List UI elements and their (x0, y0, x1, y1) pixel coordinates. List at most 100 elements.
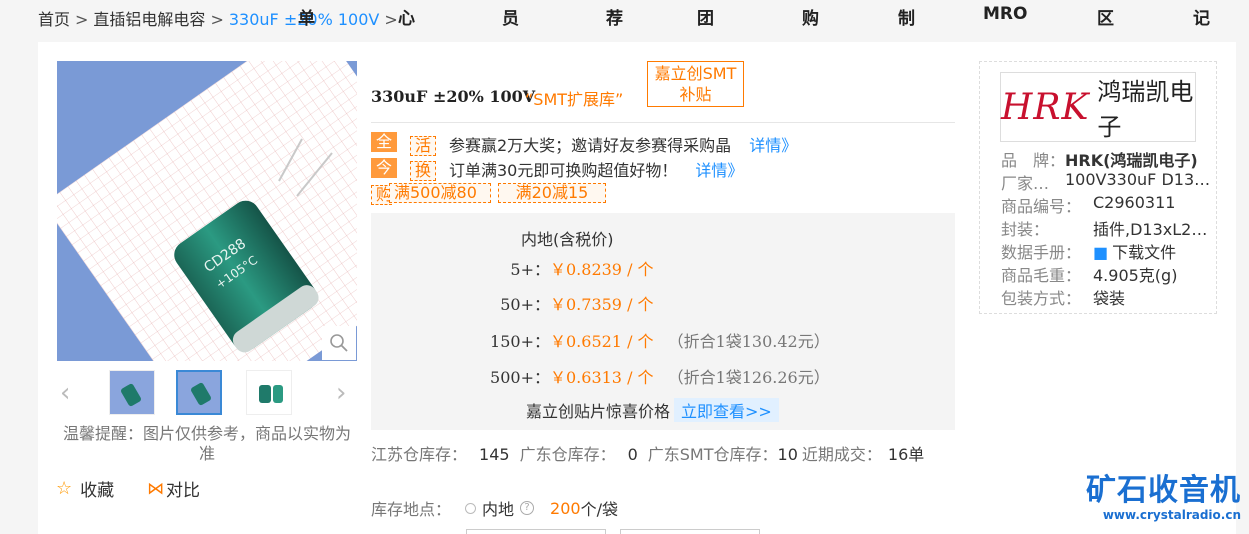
product-title: 330uF ±20% 100V (371, 87, 536, 106)
favorite-button[interactable]: ☆ 收藏 (56, 476, 114, 501)
attr-row: 数据手册： ■ 下载文件 (1001, 239, 1216, 263)
nav-item-7[interactable]: 制 (898, 4, 915, 29)
price-tier: 50+：￥0.7359 / 个 (480, 291, 654, 315)
price-region-label: 内地(含税价) (521, 230, 614, 249)
help-icon[interactable]: ? (520, 501, 535, 515)
smt-library-tag: “SMT扩展库” (525, 90, 624, 109)
breadcrumb-category[interactable]: 直插铝电解电容 (93, 10, 205, 29)
stock-info: 江苏仓库存： 145 广东仓库存： 0 广东SMT仓库存：10 近期成交： 16单 (371, 446, 961, 464)
price-tier: 500+：￥0.6313 / 个 （折合1袋126.26元） (480, 364, 830, 388)
price-tier-value: ￥0.7359 / 个 (550, 295, 654, 314)
attr-row: 商品编号： C2960311 (1001, 193, 1216, 217)
smt-price-text: 嘉立创贴片惊喜价格 (526, 402, 671, 421)
attr-key: 品 牌： (1001, 151, 1065, 170)
nav-item-6[interactable]: 购 (802, 4, 819, 29)
watermark-url: www.crystalradio.cn (1102, 508, 1241, 522)
price-tier-bag: （折合1袋130.42元） (667, 332, 830, 351)
nav-item-9[interactable]: 区 (1097, 4, 1114, 29)
compare-button[interactable]: ⋈ 对比 (147, 476, 200, 502)
favorite-label: 收藏 (80, 481, 115, 501)
attr-key: 商品毛重： (1001, 266, 1082, 285)
stock-guangdong-value: 0 (627, 445, 638, 464)
promo-tag: 活 (410, 136, 437, 156)
product-main-image[interactable]: CD288 +105°C (57, 61, 357, 361)
nav-item-10[interactable]: 记 (1193, 4, 1210, 29)
smt-subsidy-badge[interactable]: 嘉立创SMT补贴 (647, 61, 744, 107)
attr-key: 厂家型号： (1001, 174, 1065, 193)
price-tier-qty: 500+： (490, 368, 550, 387)
brand-logo[interactable]: HRK 鸿瑞凯电子 (1000, 72, 1196, 142)
discount-tag-2[interactable]: 满20减15 (498, 183, 606, 203)
promo-text: 参赛赢2万大奖；邀请好友参赛得采购晶 (449, 136, 732, 155)
attr-row: 厂家型号：100V330uF D13xL20 (1001, 170, 1216, 194)
promo-text: 订单满30元即可换购超值好物！ (449, 161, 678, 180)
breadcrumb: 首页 > 直插铝电解电容 >330uF ±20% 100V > (38, 6, 403, 30)
discount-tag-1[interactable]: 满500减80 (389, 183, 491, 203)
quantity-input[interactable] (620, 529, 760, 534)
thumbnail-image (247, 371, 291, 414)
location-radio[interactable] (465, 502, 477, 514)
attr-key: 封装： (1001, 220, 1050, 239)
nav-item-3[interactable]: 员 (502, 4, 519, 29)
attr-sku-value: C2960311 (1093, 193, 1176, 212)
attr-key: 包装方式： (1001, 289, 1082, 308)
stock-guangdong-label: 广东仓库存： (519, 445, 616, 464)
promo-details-link[interactable]: 详情》 (749, 136, 797, 155)
pack-qty: 200 (550, 498, 581, 518)
thumbnail-1[interactable] (109, 370, 155, 415)
breadcrumb-separator: > (75, 10, 89, 29)
attr-row: 商品毛重： 4.905克(g) (1001, 262, 1216, 286)
view-now-button[interactable]: 立即查看>> (674, 398, 779, 422)
thumb-next-icon[interactable]: › (336, 378, 346, 408)
promo-tag: 全 (371, 132, 398, 152)
attr-weight-value: 4.905克(g) (1093, 266, 1178, 285)
smt-price-row: 嘉立创贴片惊喜价格 立即查看>> (526, 398, 779, 422)
stock-location: 库存地点： 内地 ? 200 个/袋 (371, 496, 618, 520)
attr-brand-value[interactable]: HRK(鸿瑞凯电子) (1065, 147, 1216, 171)
watermark-title: 矿石收音机 (1086, 473, 1241, 508)
thumbnail-image (178, 372, 220, 413)
folder-icon: ■ (1093, 243, 1109, 262)
thumbnail-2[interactable] (176, 370, 222, 415)
stock-gdsmt-label: 广东SMT仓库存： (647, 445, 778, 464)
nav-item-4[interactable]: 荐 (606, 4, 623, 29)
nav-item-8[interactable]: MRO (983, 4, 1027, 24)
divider (371, 122, 955, 123)
brand-logo-cn: 鸿瑞凯电子 (1097, 78, 1194, 141)
price-tier-qty: 150+： (490, 332, 550, 351)
brand-logo-text: HRK (1001, 86, 1090, 128)
recent-deals-value: 16单 (887, 445, 925, 464)
attr-model-value: 100V330uF D13xL20 (1065, 170, 1216, 189)
stock-jiangsu-label: 江苏仓库存： (371, 445, 468, 464)
nav-item-5[interactable]: 团 (697, 4, 714, 29)
promo-details-link[interactable]: 详情》 (695, 161, 743, 180)
compare-label: 对比 (166, 481, 200, 501)
attr-key: 数据手册： (1001, 243, 1082, 262)
stock-gdsmt-value: 10 (777, 445, 798, 464)
attr-package-value: 插件,D13xL20mm (1093, 220, 1216, 239)
price-tier-value: ￥0.6521 / 个 (550, 332, 654, 351)
magnifier-icon (330, 334, 348, 352)
attr-row: 品 牌： HRK(鸿瑞凯电子) (1001, 147, 1216, 171)
capacitor-photo: CD288 +105°C (57, 61, 357, 361)
promo-line-2: 订单满30元即可换购超值好物！ 详情》 (449, 157, 743, 181)
datasheet-link[interactable]: ■ 下载文件 (1093, 239, 1216, 263)
location-option[interactable]: 内地 (482, 496, 514, 520)
recent-deals-label: 近期成交： (801, 445, 882, 464)
price-tier-qty: 50+： (500, 295, 550, 314)
quantity-input[interactable] (466, 529, 606, 534)
attr-row: 封装： 插件,D13xL20mm (1001, 216, 1216, 240)
pack-unit: 个/袋 (580, 500, 618, 519)
nav-item-1[interactable]: 单 (298, 4, 315, 29)
image-disclaimer: 温馨提醒：图片仅供参考，商品以实物为准 (62, 424, 351, 463)
thumbnail-image (110, 371, 154, 414)
attr-packing-value: 袋装 (1093, 289, 1126, 308)
zoom-button[interactable] (322, 326, 356, 360)
thumb-prev-icon[interactable]: ‹ (60, 378, 70, 408)
watermark: 矿石收音机 www.crystalradio.cn (1086, 473, 1241, 523)
nav-item-2[interactable]: 心 (398, 4, 415, 29)
attr-row: 包装方式： 袋装 (1001, 285, 1216, 309)
top-bar: 首页 > 直插铝电解电容 >330uF ±20% 100V > 单 心 员 荐 团 购 … (0, 0, 1249, 32)
thumbnail-3[interactable] (246, 370, 292, 415)
breadcrumb-home[interactable]: 首页 (38, 10, 70, 29)
